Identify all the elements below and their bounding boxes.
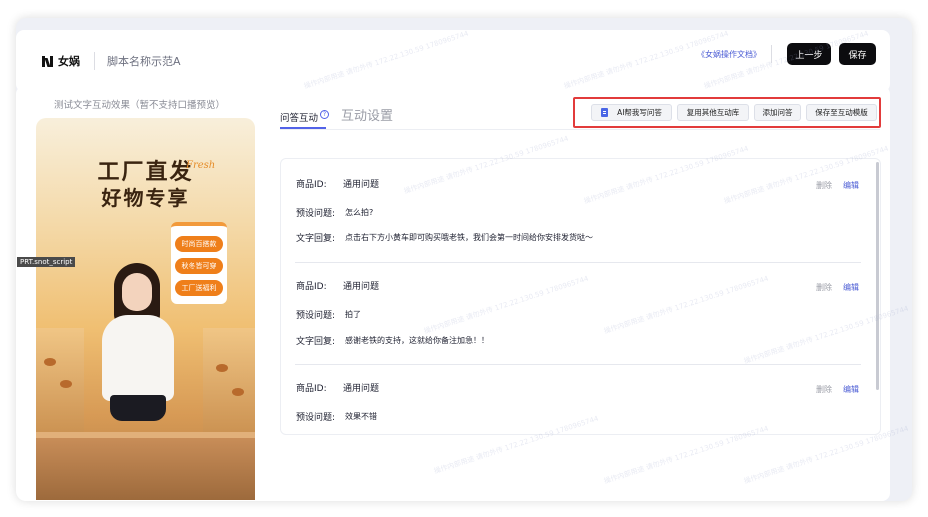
bread-item (232, 388, 244, 396)
product-id-value: 通用问题 (343, 282, 380, 292)
product-id-label: 商品ID: (296, 180, 327, 190)
preset-value: 效果不错 (345, 412, 377, 421)
scrollbar[interactable] (876, 162, 879, 390)
delete-link[interactable]: 删除 (816, 384, 832, 395)
delete-link[interactable]: 删除 (816, 282, 832, 293)
product-id-value: 通用问题 (343, 384, 380, 394)
save-template-button[interactable]: 保存至互动模版 (806, 104, 877, 121)
preview-overlay-label: PRT.snot_script (17, 257, 76, 267)
doc-link[interactable]: 《女娲操作文档》 (697, 49, 761, 60)
tab-qa[interactable]: 问答互动? (280, 110, 330, 124)
tab-baseline (280, 129, 880, 130)
poster-title-line2: 好物专享 (101, 186, 190, 210)
tab-settings[interactable]: 互动设置 (341, 105, 393, 124)
logo-text: 女娲 (58, 55, 80, 68)
logo-icon (42, 55, 54, 67)
promo-board: 时尚百搭款 秋冬皆可穿 工厂送福利 (171, 222, 227, 304)
product-id-value: 通用问题 (343, 180, 380, 190)
ai-write-button[interactable]: AI帮我写问答 (591, 104, 672, 121)
prev-step-button[interactable]: 上一步 (787, 43, 831, 65)
bakery-shelf-right (203, 328, 255, 438)
preset-value: 拍了 (345, 310, 361, 319)
qa-divider (295, 262, 861, 263)
header-bar: 女娲 脚本名称示范A (16, 30, 890, 92)
bread-item (216, 364, 228, 372)
tab-active-indicator (280, 127, 326, 129)
preset-label: 预设问题: (296, 311, 336, 321)
poster-fresh-text: Fresh (186, 160, 216, 171)
help-icon[interactable]: ? (320, 110, 330, 119)
add-qa-button[interactable]: 添加问答 (754, 104, 801, 121)
bread-item (60, 380, 72, 388)
edit-link[interactable]: 编辑 (843, 384, 859, 395)
product-id-label: 商品ID: (296, 384, 327, 394)
divider (771, 45, 772, 63)
promo-tag: 时尚百搭款 (175, 236, 223, 252)
script-name: 脚本名称示范A (107, 55, 181, 68)
reuse-library-button[interactable]: 复用其他互动库 (677, 104, 749, 121)
preset-label: 预设问题: (296, 413, 336, 423)
counter (36, 438, 255, 500)
reply-value: 点击右下方小黄车即可购买哦老铁，我们会第一时间给你安排发货哒～ (345, 233, 593, 242)
tab-qa-label: 问答互动 (280, 113, 319, 124)
edit-link[interactable]: 编辑 (843, 282, 859, 293)
reply-label: 文字回复: (296, 337, 336, 347)
edit-link[interactable]: 编辑 (843, 180, 859, 191)
preset-label: 预设问题: (296, 209, 336, 219)
virtual-host (98, 263, 178, 438)
divider (94, 52, 95, 70)
preset-value: 怎么拍? (345, 208, 374, 217)
document-icon (601, 108, 609, 117)
delete-link[interactable]: 删除 (816, 180, 832, 191)
qa-divider (295, 364, 861, 365)
bread-item (44, 358, 56, 366)
ai-write-label: AI帮我写问答 (617, 108, 662, 117)
promo-tag: 工厂送福利 (175, 280, 223, 296)
reply-value: 感谢老铁的支持，这就给你备注加急！！ (345, 336, 489, 345)
tab-bar: 问答互动? 互动设置 (280, 105, 393, 124)
logo: 女娲 (42, 53, 80, 69)
product-id-label: 商品ID: (296, 282, 327, 292)
save-button[interactable]: 保存 (839, 43, 876, 65)
reply-label: 文字回复: (296, 234, 336, 244)
live-preview-image: 工厂直发 好物专享 Fresh 时尚百搭款 秋冬皆可穿 工厂送福利 (36, 118, 255, 500)
preview-label: 测试文字互动效果（暂不支持口播预览） (54, 100, 226, 111)
promo-tag: 秋冬皆可穿 (175, 258, 223, 274)
